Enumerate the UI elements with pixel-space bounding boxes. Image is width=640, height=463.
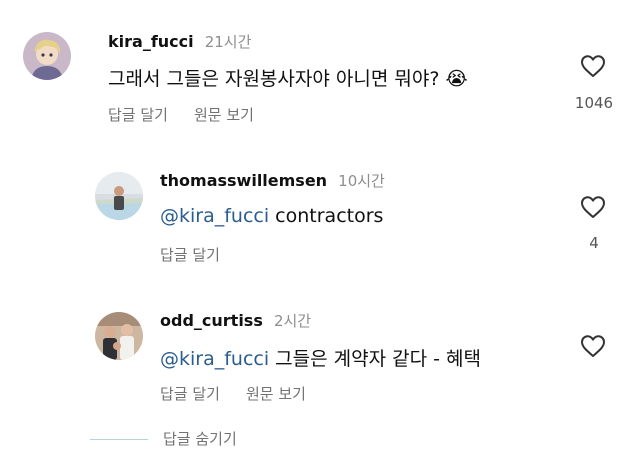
group-photo-avatar-icon xyxy=(95,312,143,360)
comment-body: 그들은 계약자 같다 - 혜택 xyxy=(269,348,481,370)
avatar[interactable] xyxy=(23,32,71,80)
avatar[interactable] xyxy=(95,312,143,360)
reply-button[interactable]: 답글 달기 xyxy=(108,106,168,124)
comment-username[interactable]: kira_fucci xyxy=(108,32,194,51)
see-original-button[interactable]: 원문 보기 xyxy=(194,106,254,124)
comment-body: contractors xyxy=(269,205,384,227)
heart-icon[interactable] xyxy=(580,195,606,219)
comment-item: kira_fucci 21시간 그래서 그들은 자원봉사자야 아니면 뭐야? 😭… xyxy=(0,0,640,140)
reply-item: thomasswillemsen 10시간 @kira_fucci contra… xyxy=(0,160,640,280)
comment-text: @kira_fucci contractors xyxy=(160,205,383,227)
comment-username[interactable]: thomasswillemsen xyxy=(160,171,327,190)
heart-icon[interactable] xyxy=(580,54,606,78)
mention-link[interactable]: @kira_fucci xyxy=(160,205,269,227)
comment-text: 그래서 그들은 자원봉사자야 아니면 뭐야? 😭 xyxy=(108,64,468,91)
see-original-button[interactable]: 원문 보기 xyxy=(246,385,306,403)
reply-button[interactable]: 답글 달기 xyxy=(160,246,220,264)
reply-button[interactable]: 답글 달기 xyxy=(160,385,220,403)
comment-timestamp: 2시간 xyxy=(273,312,312,330)
like-count: 1046 xyxy=(574,94,614,112)
like-count: 4 xyxy=(589,234,599,252)
comment-text: @kira_fucci 그들은 계약자 같다 - 혜택 xyxy=(160,344,481,371)
comment-timestamp: 21시간 xyxy=(204,33,252,51)
comment-username[interactable]: odd_curtiss xyxy=(160,311,263,330)
comment-body: 그래서 그들은 자원봉사자야 아니면 뭐야? 😭 xyxy=(108,68,468,90)
beach-photo-avatar-icon xyxy=(95,172,143,220)
hide-replies-button[interactable]: 답글 숨기기 xyxy=(163,428,237,449)
comment-timestamp: 10시간 xyxy=(338,172,385,190)
reply-item: odd_curtiss 2시간 @kira_fucci 그들은 계약자 같다 -… xyxy=(0,300,640,420)
mention-link[interactable]: @kira_fucci xyxy=(160,348,269,370)
anime-avatar-icon xyxy=(23,32,71,80)
heart-icon[interactable] xyxy=(580,334,606,358)
avatar[interactable] xyxy=(95,172,143,220)
divider-line xyxy=(90,439,148,440)
